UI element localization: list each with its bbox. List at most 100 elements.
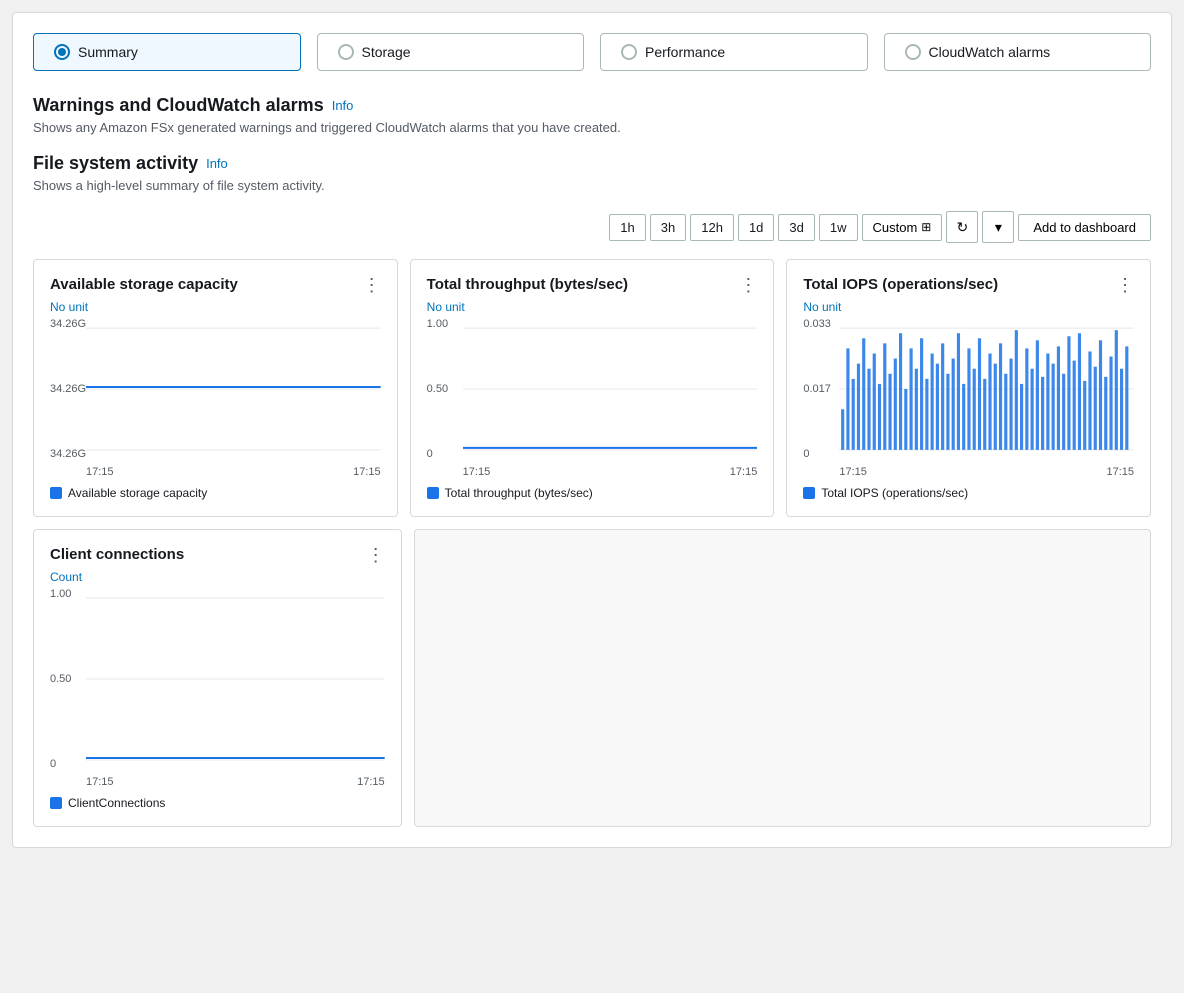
top-charts-grid: Available storage capacity ⋮ No unit 34.… bbox=[33, 259, 1151, 517]
cc-x-start: 17:15 bbox=[86, 776, 114, 788]
client-connections-y-labels: 1.00 0.50 0 bbox=[50, 588, 71, 788]
tt-x-start: 17:15 bbox=[463, 466, 491, 478]
time-btn-1h[interactable]: 1h bbox=[609, 214, 645, 241]
tt-y-bot: 0 bbox=[427, 448, 448, 460]
client-connections-x-labels: 17:15 17:15 bbox=[86, 776, 385, 788]
client-connections-legend-label: ClientConnections bbox=[68, 796, 165, 810]
warnings-desc: Shows any Amazon FSx generated warnings … bbox=[33, 120, 1151, 135]
warnings-info-link[interactable]: Info bbox=[332, 98, 354, 113]
total-throughput-title: Total throughput (bytes/sec) bbox=[427, 276, 628, 293]
total-throughput-y-labels: 1.00 0.50 0 bbox=[427, 318, 448, 478]
x-label-end: 17:15 bbox=[353, 466, 381, 478]
radio-cloudwatch bbox=[905, 44, 921, 60]
refresh-icon: ↻ bbox=[956, 219, 968, 236]
refresh-button[interactable]: ↻ bbox=[946, 211, 978, 243]
activity-heading: File system activity Info bbox=[33, 153, 1151, 174]
total-iops-legend: Total IOPS (operations/sec) bbox=[803, 486, 1134, 500]
total-throughput-card: Total throughput (bytes/sec) ⋮ No unit 1… bbox=[410, 259, 775, 517]
tab-storage-label: Storage bbox=[362, 44, 411, 60]
client-connections-legend: ClientConnections bbox=[50, 796, 385, 810]
time-btn-12h[interactable]: 12h bbox=[690, 214, 734, 241]
x-label-start: 17:15 bbox=[86, 466, 114, 478]
client-connections-header: Client connections ⋮ bbox=[50, 546, 385, 564]
client-connections-chart: 1.00 0.50 0 17:15 17:15 bbox=[50, 588, 385, 788]
total-iops-y-labels: 0.033 0.017 0 bbox=[803, 318, 831, 478]
client-connections-legend-dot bbox=[50, 797, 62, 809]
tab-cloudwatch[interactable]: CloudWatch alarms bbox=[884, 33, 1152, 71]
empty-right-panel bbox=[414, 529, 1151, 827]
available-storage-y-labels: 34.26G 34.26G 34.26G bbox=[50, 318, 86, 478]
tt-x-end: 17:15 bbox=[730, 466, 758, 478]
available-storage-legend: Available storage capacity bbox=[50, 486, 381, 500]
tab-cloudwatch-label: CloudWatch alarms bbox=[929, 44, 1051, 60]
client-connections-unit: Count bbox=[50, 570, 385, 584]
cc-y-top: 1.00 bbox=[50, 588, 71, 600]
add-dashboard-button[interactable]: Add to dashboard bbox=[1018, 214, 1151, 241]
tab-storage[interactable]: Storage bbox=[317, 33, 585, 71]
time-controls: 1h 3h 12h 1d 3d 1w Custom ⊞ ↻ ▾ Add to d… bbox=[33, 211, 1151, 243]
client-connections-title: Client connections bbox=[50, 546, 184, 563]
radio-storage bbox=[338, 44, 354, 60]
available-storage-x-labels: 17:15 17:15 bbox=[86, 466, 381, 478]
iops-x-end: 17:15 bbox=[1106, 466, 1134, 478]
iops-x-start: 17:15 bbox=[839, 466, 867, 478]
total-throughput-legend: Total throughput (bytes/sec) bbox=[427, 486, 758, 500]
activity-info-link[interactable]: Info bbox=[206, 156, 228, 171]
tt-y-top: 1.00 bbox=[427, 318, 448, 330]
available-storage-card: Available storage capacity ⋮ No unit 34.… bbox=[33, 259, 398, 517]
available-storage-unit: No unit bbox=[50, 300, 381, 314]
radio-summary bbox=[54, 44, 70, 60]
warnings-heading: Warnings and CloudWatch alarms Info bbox=[33, 95, 1151, 116]
y-label-mid: 34.26G bbox=[50, 383, 86, 395]
tab-summary-label: Summary bbox=[78, 44, 138, 60]
total-iops-x-labels: 17:15 17:15 bbox=[839, 466, 1134, 478]
available-storage-svg bbox=[86, 318, 381, 460]
tab-summary[interactable]: Summary bbox=[33, 33, 301, 71]
total-throughput-inner bbox=[463, 318, 758, 460]
warnings-title: Warnings and CloudWatch alarms bbox=[33, 95, 324, 116]
time-btn-3d[interactable]: 3d bbox=[778, 214, 814, 241]
total-iops-chart: 0.033 0.017 0 bbox=[803, 318, 1134, 478]
total-iops-menu[interactable]: ⋮ bbox=[1116, 276, 1134, 294]
bottom-charts-grid: Client connections ⋮ Count 1.00 0.50 0 bbox=[33, 529, 1151, 827]
total-iops-header: Total IOPS (operations/sec) ⋮ bbox=[803, 276, 1134, 294]
radio-performance bbox=[621, 44, 637, 60]
available-storage-title: Available storage capacity bbox=[50, 276, 238, 293]
total-iops-unit: No unit bbox=[803, 300, 1134, 314]
activity-title: File system activity bbox=[33, 153, 198, 174]
cc-x-end: 17:15 bbox=[357, 776, 385, 788]
calendar-icon: ⊞ bbox=[921, 220, 931, 234]
chevron-down-icon: ▾ bbox=[995, 219, 1002, 236]
tt-y-mid: 0.50 bbox=[427, 383, 448, 395]
total-iops-legend-dot bbox=[803, 487, 815, 499]
iops-y-top: 0.033 bbox=[803, 318, 831, 330]
time-btn-3h[interactable]: 3h bbox=[650, 214, 686, 241]
tabs-row: Summary Storage Performance CloudWatch a… bbox=[33, 33, 1151, 71]
time-btn-1w[interactable]: 1w bbox=[819, 214, 858, 241]
total-throughput-unit: No unit bbox=[427, 300, 758, 314]
available-storage-chart: 34.26G 34.26G 34.26G 17:15 bbox=[50, 318, 381, 478]
dropdown-button[interactable]: ▾ bbox=[982, 211, 1014, 243]
total-throughput-svg bbox=[463, 318, 758, 460]
total-throughput-legend-dot bbox=[427, 487, 439, 499]
time-btn-custom[interactable]: Custom ⊞ bbox=[862, 214, 943, 241]
tab-performance[interactable]: Performance bbox=[600, 33, 868, 71]
cc-y-mid: 0.50 bbox=[50, 673, 71, 685]
y-label-top: 34.26G bbox=[50, 318, 86, 330]
main-container: Summary Storage Performance CloudWatch a… bbox=[12, 12, 1172, 848]
available-storage-inner bbox=[86, 318, 381, 460]
available-storage-header: Available storage capacity ⋮ bbox=[50, 276, 381, 294]
client-connections-card: Client connections ⋮ Count 1.00 0.50 0 bbox=[33, 529, 402, 827]
client-connections-inner bbox=[86, 588, 385, 770]
total-throughput-menu[interactable]: ⋮ bbox=[739, 276, 757, 294]
total-iops-legend-label: Total IOPS (operations/sec) bbox=[821, 486, 968, 500]
available-storage-menu[interactable]: ⋮ bbox=[363, 276, 381, 294]
total-iops-title: Total IOPS (operations/sec) bbox=[803, 276, 998, 293]
y-label-bot: 34.26G bbox=[50, 448, 86, 460]
time-btn-1d[interactable]: 1d bbox=[738, 214, 774, 241]
total-iops-card: Total IOPS (operations/sec) ⋮ No unit 0.… bbox=[786, 259, 1151, 517]
tab-performance-label: Performance bbox=[645, 44, 725, 60]
iops-y-bot: 0 bbox=[803, 448, 831, 460]
client-connections-menu[interactable]: ⋮ bbox=[367, 546, 385, 564]
available-storage-legend-dot bbox=[50, 487, 62, 499]
